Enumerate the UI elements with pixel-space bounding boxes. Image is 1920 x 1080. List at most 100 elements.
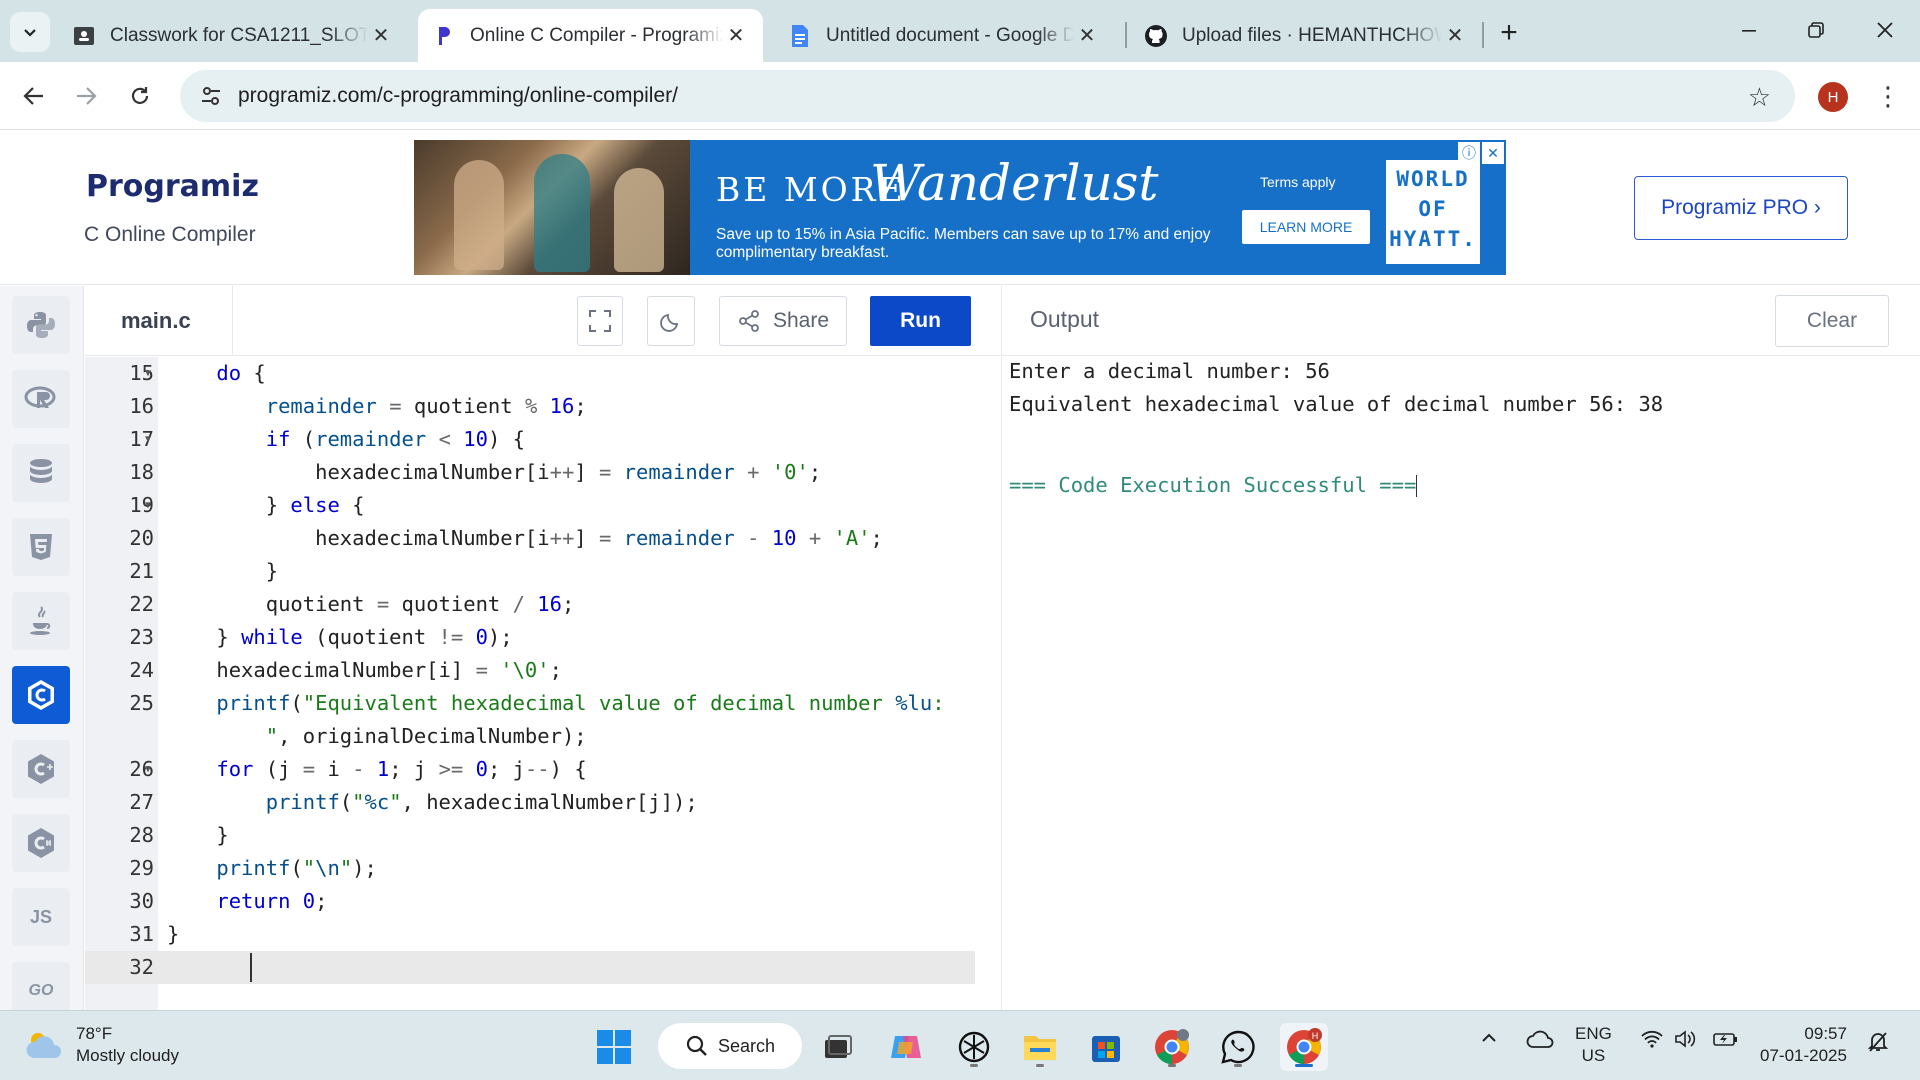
- volume-icon[interactable]: [1674, 1029, 1698, 1054]
- code-line: 25 printf("Equivalent hexadecimal value …: [85, 687, 975, 720]
- code-text: return 0;: [216, 889, 328, 913]
- fold-arrow-icon[interactable]: ▼: [145, 753, 151, 786]
- line-number: 28: [129, 823, 154, 847]
- fold-arrow-icon[interactable]: ▼: [145, 489, 151, 522]
- share-icon: [739, 310, 759, 332]
- database-icon[interactable]: [12, 444, 70, 502]
- browser-menu-icon[interactable]: ⋮: [1875, 78, 1901, 114]
- onedrive-cloud-icon[interactable]: [1526, 1029, 1554, 1054]
- restore-button[interactable]: [1791, 10, 1841, 50]
- c-language-icon[interactable]: [12, 666, 70, 724]
- html5-icon[interactable]: [12, 518, 70, 576]
- ad-script-text: Wanderlust: [870, 154, 1159, 212]
- code-text: printf("\n");: [216, 856, 377, 880]
- ad-learn-more-button[interactable]: LEARN MORE: [1242, 210, 1370, 244]
- programiz-logo[interactable]: Programiz: [86, 169, 259, 204]
- ad-brand-line: OF: [1418, 197, 1448, 221]
- ad-choices[interactable]: ⓘ ✕: [1458, 142, 1504, 164]
- line-number: 31: [129, 922, 154, 946]
- close-icon[interactable]: ✕: [1442, 23, 1468, 49]
- notification-bell-icon[interactable]: [1866, 1029, 1890, 1058]
- ad-brand-logo: WORLD OF HYATT.: [1386, 160, 1480, 264]
- code-text: printf("%c", hexadecimalNumber[j]);: [265, 790, 698, 814]
- java-icon[interactable]: [12, 592, 70, 650]
- page-subtitle: C Online Compiler: [84, 223, 256, 246]
- reload-button[interactable]: [120, 76, 160, 116]
- run-button[interactable]: Run: [870, 296, 971, 346]
- bookmark-star-icon[interactable]: ☆: [1748, 82, 1771, 113]
- tab-title: Upload files · HEMANTHCHOWI: [1182, 24, 1442, 46]
- python-icon[interactable]: [12, 296, 70, 354]
- code-line: 20 hexadecimalNumber[i++] = remainder - …: [85, 522, 975, 555]
- system-clock[interactable]: 09:57 07-01-2025: [1760, 1023, 1847, 1067]
- chrome-icon[interactable]: [1148, 1023, 1196, 1071]
- advertisement-banner[interactable]: BE MORE Wanderlust Save up to 15% in Asi…: [414, 140, 1506, 275]
- output-title: Output: [1030, 306, 1100, 332]
- tab-classwork[interactable]: Classwork for CSA1211_SLOT A ✕: [58, 9, 408, 62]
- code-line: 22 quotient = quotient / 16;: [85, 588, 975, 621]
- chevron-up-icon[interactable]: [1480, 1029, 1498, 1052]
- dark-mode-button[interactable]: [647, 296, 695, 346]
- fold-arrow-icon[interactable]: ▼: [145, 357, 151, 390]
- output-success-line: === Code Execution Successful ===: [1009, 473, 1418, 497]
- line-number: 21: [129, 559, 154, 583]
- tab-title: Classwork for CSA1211_SLOT A: [110, 24, 368, 46]
- profile-avatar[interactable]: H: [1818, 82, 1848, 112]
- fullscreen-button[interactable]: [577, 296, 623, 346]
- clear-button[interactable]: Clear: [1775, 295, 1889, 347]
- javascript-icon[interactable]: JS: [12, 888, 70, 946]
- go-icon[interactable]: GO: [12, 962, 70, 1010]
- file-tab-main-c[interactable]: main.c: [85, 286, 233, 356]
- output-console[interactable]: Enter a decimal number: 56 Equivalent he…: [1001, 357, 1920, 1010]
- tab-github[interactable]: Upload files · HEMANTHCHOWI ✕: [1130, 9, 1482, 62]
- browser-tab-bar: Classwork for CSA1211_SLOT A ✕ Online C …: [0, 0, 1920, 62]
- whatsapp-icon[interactable]: [1214, 1023, 1262, 1071]
- line-number: 18: [129, 460, 154, 484]
- chatgpt-icon[interactable]: [950, 1023, 998, 1071]
- close-icon[interactable]: ✕: [723, 23, 749, 49]
- line-number: 27: [129, 790, 154, 814]
- reload-icon: [131, 87, 149, 104]
- minimize-icon: [1742, 30, 1756, 32]
- language-indicator[interactable]: ENG US: [1575, 1023, 1612, 1067]
- code-line: 15 ▼ do {: [85, 357, 975, 390]
- code-line-current: 32: [85, 951, 975, 984]
- site-settings-icon[interactable]: [198, 83, 224, 109]
- windows-start-icon[interactable]: [590, 1023, 638, 1071]
- minimize-button[interactable]: [1724, 10, 1774, 50]
- tab-programiz[interactable]: Online C Compiler - Programiz ✕: [418, 9, 763, 62]
- omnibox[interactable]: programiz.com/c-programming/online-compi…: [180, 70, 1795, 122]
- url-text: programiz.com/c-programming/online-compi…: [238, 84, 678, 107]
- copilot-icon[interactable]: [882, 1023, 930, 1071]
- task-view-icon[interactable]: [814, 1023, 862, 1071]
- r-icon[interactable]: [12, 370, 70, 428]
- microsoft-store-icon[interactable]: [1082, 1023, 1130, 1071]
- back-button[interactable]: [14, 76, 54, 116]
- close-window-button[interactable]: [1860, 10, 1910, 50]
- tab-google-docs[interactable]: Untitled document - Google Do ✕: [774, 9, 1114, 62]
- weather-widget[interactable]: 78°F Mostly cloudy: [24, 1023, 179, 1067]
- programiz-pro-button[interactable]: Programiz PRO ›: [1634, 176, 1848, 240]
- code-line: 26 ▼ for (j = i - 1; j >= 0; j--) {: [85, 753, 975, 786]
- tab-search-button[interactable]: [10, 12, 50, 52]
- file-explorer-icon[interactable]: [1016, 1023, 1064, 1071]
- info-icon[interactable]: ⓘ: [1458, 142, 1480, 164]
- close-icon[interactable]: ✕: [1074, 23, 1100, 49]
- battery-charging-icon[interactable]: [1712, 1029, 1740, 1054]
- language-sidebar: JS GO: [0, 286, 84, 1010]
- chrome-profile-icon[interactable]: H: [1280, 1023, 1328, 1071]
- taskbar-search[interactable]: Search: [658, 1023, 802, 1069]
- code-editor[interactable]: 15 ▼ do { 16 remainder = quotient % 16; 1…: [85, 357, 1000, 1010]
- code-text: }: [167, 559, 279, 583]
- share-button[interactable]: Share: [719, 296, 847, 346]
- running-indicator: [1234, 1064, 1242, 1067]
- fold-arrow-icon[interactable]: ▼: [145, 423, 151, 456]
- wifi-icon[interactable]: [1640, 1029, 1664, 1054]
- code-line: 21 }: [85, 555, 975, 588]
- close-icon[interactable]: ✕: [1482, 142, 1504, 164]
- close-icon[interactable]: ✕: [368, 23, 394, 49]
- cpp-icon[interactable]: [12, 740, 70, 798]
- new-tab-button[interactable]: +: [1492, 16, 1526, 50]
- csharp-icon[interactable]: [12, 814, 70, 872]
- forward-button[interactable]: [66, 76, 106, 116]
